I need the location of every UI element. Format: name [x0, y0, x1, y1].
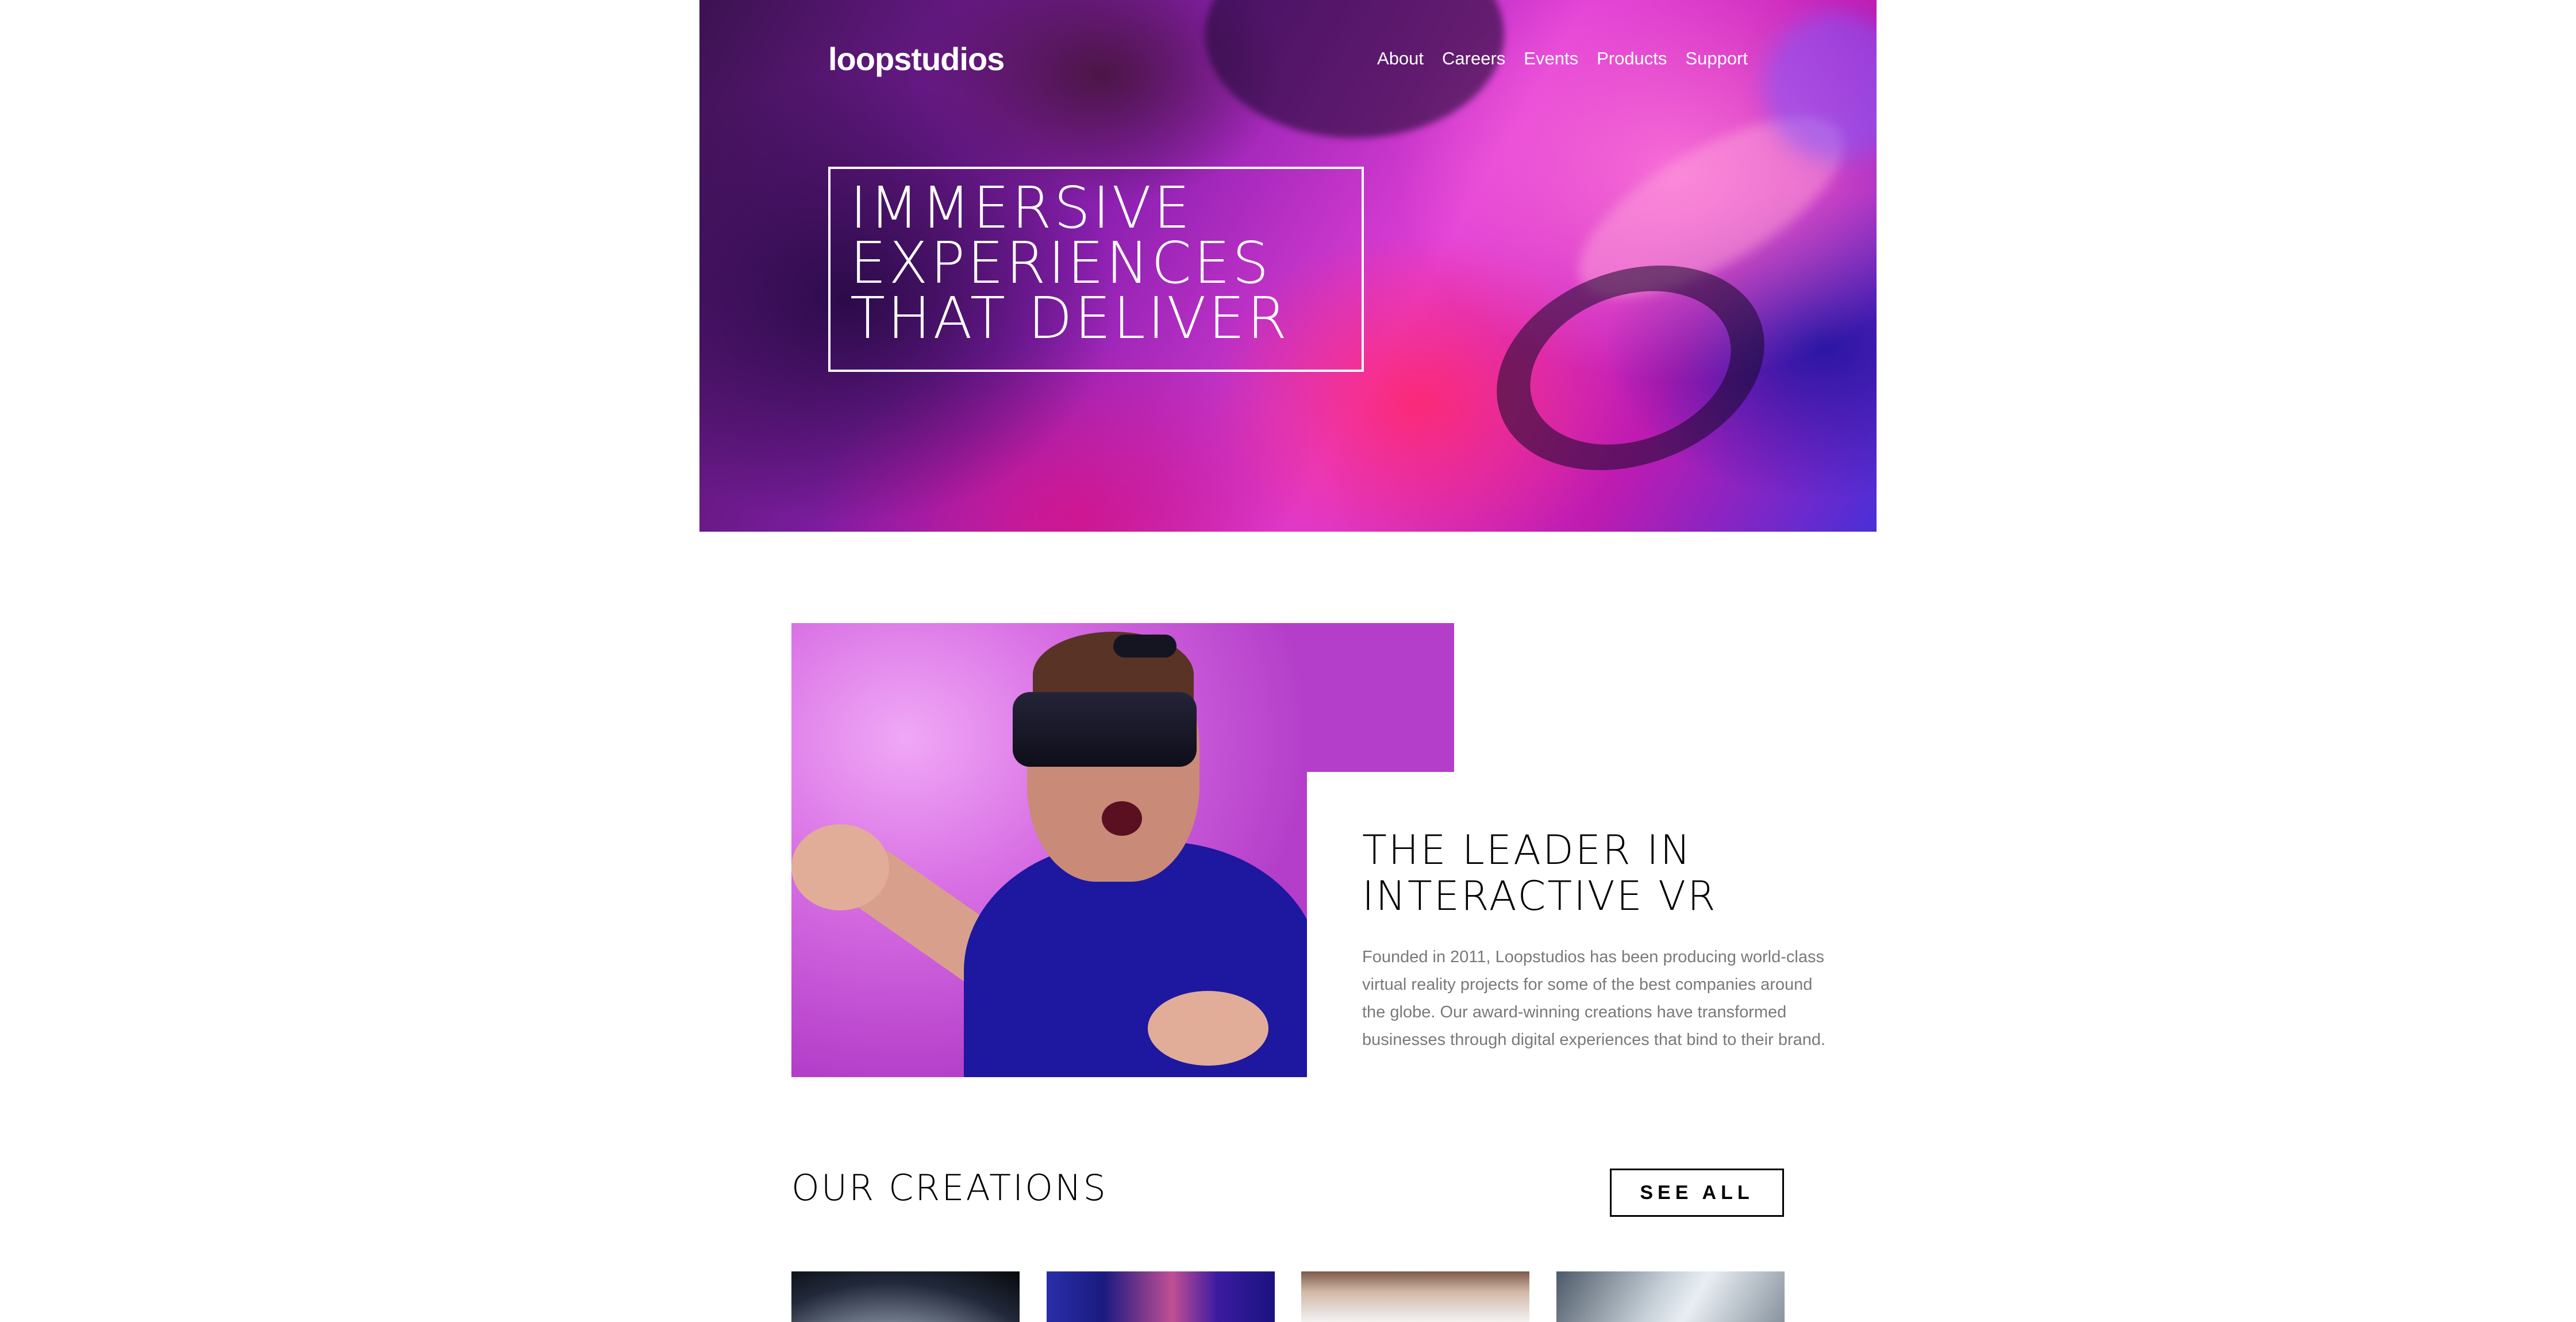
nav-support-link[interactable]: Support: [1685, 48, 1748, 69]
nav-events-link[interactable]: Events: [1524, 48, 1578, 69]
hero-background-wheel: [1468, 230, 1793, 506]
hero-section: loopstudios About Careers Events Product…: [699, 0, 1877, 532]
vr-image-right-hand: [1148, 991, 1268, 1066]
see-all-button[interactable]: SEE ALL: [1610, 1169, 1784, 1217]
nav-careers-link[interactable]: Careers: [1442, 48, 1505, 69]
vr-image-mouth: [1102, 801, 1142, 836]
intro-title: THE LEADER IN INTERACTIVE VR: [1362, 827, 1717, 920]
creation-card-the-grid[interactable]: [1556, 1271, 1785, 1322]
creation-card-soccer-team-vr[interactable]: [1301, 1271, 1529, 1322]
vr-headset-icon: [1013, 692, 1197, 767]
hero-title: IMMERSIVE EXPERIENCES THAT DELIVER: [850, 174, 1290, 352]
nav-products-link[interactable]: Products: [1597, 48, 1667, 69]
intro-card: THE LEADER IN INTERACTIVE VR Founded in …: [1307, 772, 1877, 1077]
intro-text: Founded in 2011, Loopstudios has been pr…: [1362, 948, 1826, 1049]
creations-title: OUR CREATIONS: [791, 1167, 1108, 1209]
vr-image-headset-strap: [1113, 635, 1176, 658]
creation-card-night-arcade[interactable]: [1047, 1271, 1275, 1322]
main-nav: About Careers Events Products Support: [1377, 48, 1748, 69]
hero-title-box: IMMERSIVE EXPERIENCES THAT DELIVER: [828, 167, 1364, 372]
creation-card-deep-earth[interactable]: [791, 1271, 1020, 1322]
vr-image-left-hand: [791, 824, 889, 910]
site-logo[interactable]: loopstudios: [828, 40, 1005, 78]
hero-background-figure: [1205, 0, 1504, 138]
nav-about-link[interactable]: About: [1377, 48, 1424, 69]
